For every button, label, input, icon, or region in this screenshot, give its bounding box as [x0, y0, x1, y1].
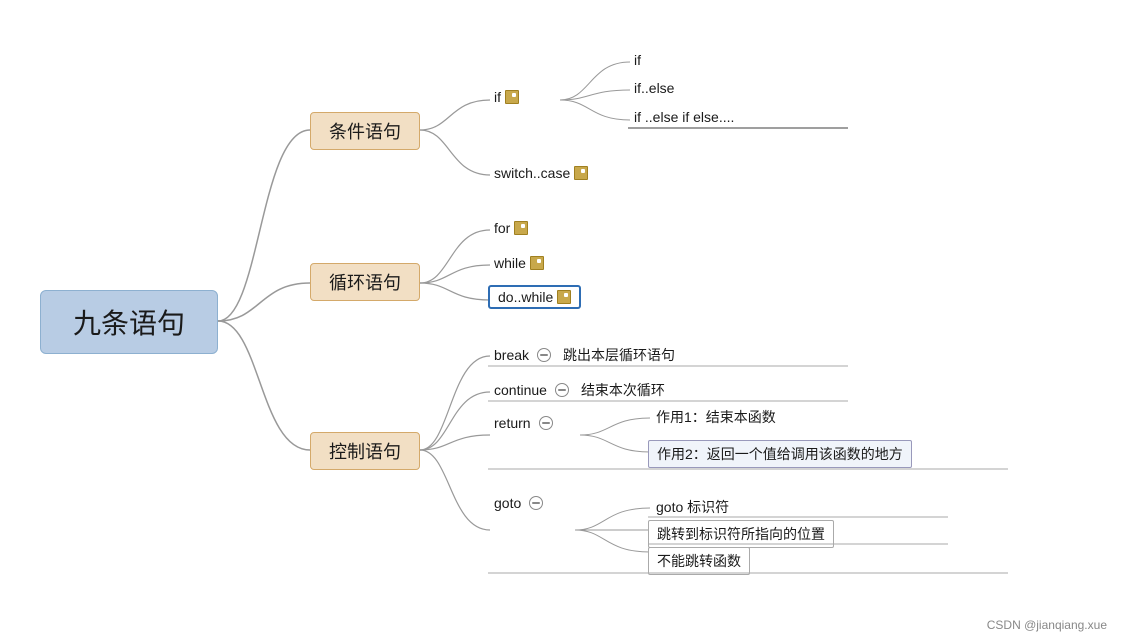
goto-minus-icon — [529, 496, 543, 510]
break-desc: 跳出本层循环语句 — [563, 345, 675, 365]
goto-child3: 不能跳转函数 — [648, 547, 750, 575]
dowhile-note-icon — [557, 290, 571, 304]
switchcase-label: switch..case — [494, 165, 570, 181]
goto-node: goto — [490, 493, 547, 513]
goto-child1: goto 标识符 — [650, 495, 735, 519]
while-note-icon — [530, 256, 544, 270]
for-label: for — [494, 220, 510, 236]
main-node: 九条语句 — [40, 290, 218, 354]
break-label: break — [494, 347, 529, 363]
while-node: while — [490, 253, 548, 273]
return-node: return — [490, 413, 557, 433]
return-minus-icon — [539, 416, 553, 430]
category-loop: 循环语句 — [310, 263, 420, 301]
return-child2: 作用2：返回一个值给调用该函数的地方 — [648, 440, 912, 468]
goto-label: goto — [494, 495, 521, 511]
category-conditional-label: 条件语句 — [329, 118, 401, 144]
dowhile-node[interactable]: do..while — [488, 285, 581, 309]
return-underline — [488, 468, 1008, 472]
if-group-label: if — [494, 89, 501, 105]
watermark: CSDN @jianqiang.xue — [987, 618, 1107, 632]
continue-minus-icon — [555, 383, 569, 397]
for-note-icon — [514, 221, 528, 235]
continue-label: continue — [494, 382, 547, 398]
category-control-label: 控制语句 — [329, 438, 401, 464]
return-label: return — [494, 415, 531, 431]
continue-node: continue 结束本次循环 — [490, 378, 669, 402]
category-loop-label: 循环语句 — [329, 269, 401, 295]
category-conditional: 条件语句 — [310, 112, 420, 150]
for-node: for — [490, 218, 532, 238]
mind-map: 九条语句 条件语句 循环语句 控制语句 if if if..else if ..… — [0, 0, 1123, 642]
while-label: while — [494, 255, 526, 271]
dowhile-label: do..while — [498, 289, 553, 305]
if-child-if: if — [630, 50, 645, 70]
if-underline — [628, 127, 848, 131]
break-minus-icon — [537, 348, 551, 362]
if-group-node: if — [490, 87, 523, 107]
category-control: 控制语句 — [310, 432, 420, 470]
switchcase-note-icon — [574, 166, 588, 180]
if-note-icon — [505, 90, 519, 104]
break-node: break 跳出本层循环语句 — [490, 343, 679, 367]
goto-child2: 跳转到标识符所指向的位置 — [648, 520, 834, 548]
return-child1: 作用1：结束本函数 — [650, 405, 782, 429]
switchcase-node: switch..case — [490, 163, 592, 183]
if-child-ifelseifelse: if ..else if else.... — [630, 107, 738, 127]
continue-desc: 结束本次循环 — [581, 380, 665, 400]
if-child-ifelse: if..else — [630, 78, 678, 98]
